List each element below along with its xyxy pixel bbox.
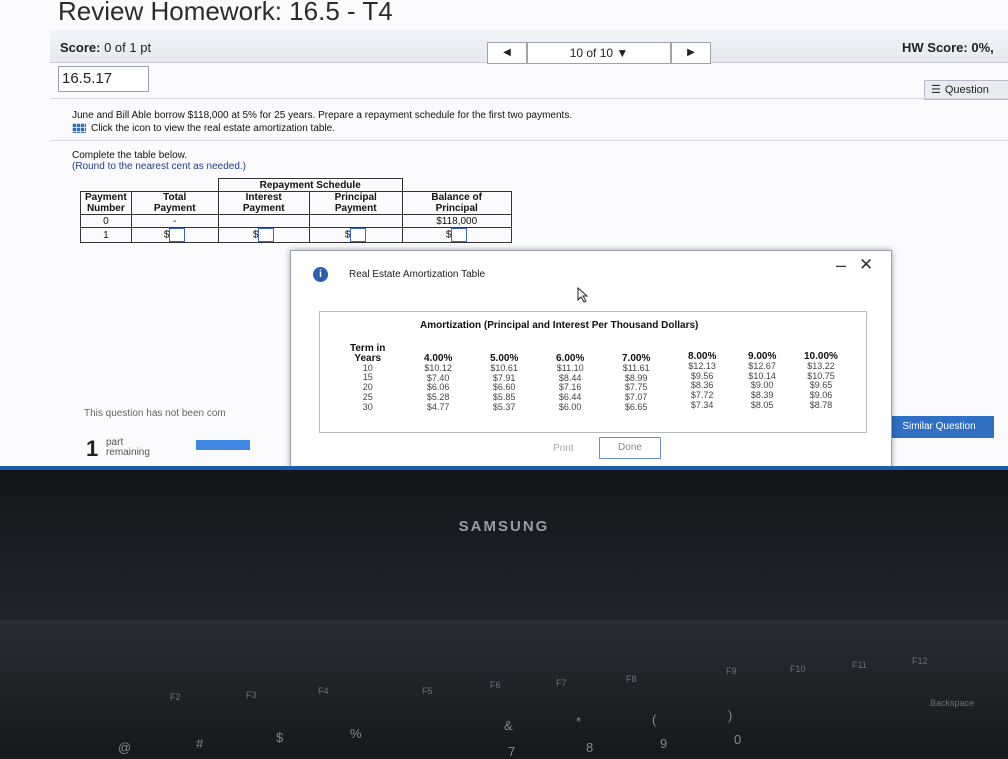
minimize-icon[interactable]: –	[836, 255, 846, 276]
progress-bar	[196, 440, 250, 450]
total-payment-input[interactable]	[169, 228, 186, 242]
rate-column-5: 5.00% $10.61 $7.91 $6.60 $5.85 $5.37	[490, 353, 519, 412]
key-paren-right: )	[728, 708, 733, 723]
table-row: 0 - $118,000	[80, 214, 512, 228]
key-percent: %	[350, 726, 362, 741]
key-0: 0	[734, 732, 742, 747]
table-caption: Repayment Schedule	[217, 178, 403, 192]
mouse-cursor-icon	[577, 287, 589, 303]
next-question-button[interactable]: ▶	[671, 42, 711, 64]
screen: Review Homework: 16.5 - T4 Score: 0 of 1…	[0, 0, 1008, 470]
table-row: 1 $ $ $ $	[80, 227, 512, 243]
key-ampersand: &	[504, 718, 513, 733]
key-f5: F5	[422, 686, 433, 696]
rate-column-8: 8.00% $12.13 $9.56 $8.36 $7.72 $7.34	[688, 351, 717, 410]
previous-question-button[interactable]: ◀	[487, 42, 527, 64]
key-f3: F3	[246, 690, 257, 700]
key-f8: F8	[626, 674, 637, 684]
interest-payment-input[interactable]	[258, 228, 275, 242]
brand-logo: SAMSUNG	[458, 518, 550, 535]
modal-title: Real Estate Amortization Table	[349, 269, 486, 280]
key-7: 7	[508, 744, 516, 759]
info-icon: i	[313, 267, 328, 282]
rate-column-7: 7.00% $11.61 $8.99 $7.75 $7.07 $6.65	[622, 353, 651, 412]
header-payment-number: Payment Number	[80, 191, 132, 215]
status-text: This question has not been com	[84, 408, 226, 419]
header-interest-payment: Interest Payment	[217, 191, 310, 215]
key-9: 9	[660, 736, 668, 751]
key-f11: F11	[852, 660, 867, 670]
hw-score: HW Score: 0%,	[902, 40, 994, 55]
key-f12: F12	[912, 656, 928, 666]
list-icon: ☰	[931, 84, 941, 96]
rate-column-9: 9.00% $12.67 $10.14 $9.00 $8.39 $8.05	[748, 351, 777, 410]
done-button[interactable]: Done	[599, 437, 661, 459]
key-f4: F4	[318, 686, 329, 696]
instructions: Complete the table below. (Round to the …	[72, 150, 247, 172]
top-bar: Score: 0 of 1 pt ◀ 10 of 10 ▼ ▶ HW Score…	[50, 30, 1008, 64]
key-paren-left: (	[652, 712, 657, 727]
header-total-payment: Total Payment	[130, 191, 219, 215]
amortization-modal: i Real Estate Amortization Table – ✕ Amo…	[290, 250, 892, 468]
header-balance: Balance of Principal	[401, 191, 512, 215]
keyboard: F2 F3 F4 F5 F6 F7 F8 F9 F10 F11 F12 Back…	[0, 620, 1008, 759]
table-icon[interactable]	[72, 123, 86, 134]
key-dollar: $	[276, 730, 284, 745]
key-f10: F10	[790, 664, 806, 674]
close-icon[interactable]: ✕	[859, 255, 873, 275]
question-position-dropdown[interactable]: 10 of 10 ▼	[527, 42, 671, 64]
rate-column-4: 4.00% $10.12 $7.40 $6.06 $5.28 $4.77	[424, 353, 453, 412]
problem-text: June and Bill Able borrow $118,000 at 5%…	[72, 110, 573, 121]
key-f6: F6	[490, 680, 501, 690]
question-navigator: ◀ 10 of 10 ▼ ▶	[487, 42, 711, 64]
amortization-table: Amortization (Principal and Interest Per…	[319, 311, 867, 433]
key-f2: F2	[170, 692, 181, 702]
key-f9: F9	[726, 666, 737, 676]
page-title: Review Homework: 16.5 - T4	[58, 0, 393, 26]
score: Score: 0 of 1 pt	[60, 40, 152, 55]
key-8: 8	[586, 740, 594, 755]
principal-payment-input[interactable]	[350, 228, 367, 242]
amortization-table-link[interactable]: Click the icon to view the real estate a…	[72, 123, 335, 134]
divider	[50, 98, 1008, 99]
key-backspace: Backspace	[930, 698, 975, 708]
repayment-schedule-table: Repayment Schedule Payment Number Total Pa…	[80, 178, 512, 243]
balance-input[interactable]	[451, 228, 468, 242]
print-button[interactable]: Print	[553, 443, 574, 454]
similar-question-button[interactable]: Similar Question	[884, 416, 994, 438]
key-f7: F7	[556, 678, 567, 688]
key-asterisk: *	[576, 714, 582, 729]
divider	[50, 140, 1008, 141]
header-principal-payment: Principal Payment	[308, 191, 403, 215]
question-number: 16.5.17	[58, 66, 149, 92]
question-menu-button[interactable]: ☰ Question	[924, 80, 1008, 100]
key-hash: #	[196, 736, 204, 751]
laptop-bezel	[0, 470, 1008, 620]
term-column: Term in Years 10 15 20 25 30	[350, 343, 386, 412]
amortization-title: Amortization (Principal and Interest Per…	[420, 320, 699, 331]
rate-column-6: 6.00% $11.10 $8.44 $7.16 $6.44 $6.00	[556, 353, 585, 412]
key-at: @	[118, 740, 132, 755]
rate-column-10: 10.00% $13.22 $10.75 $9.65 $9.06 $8.78	[804, 351, 838, 410]
